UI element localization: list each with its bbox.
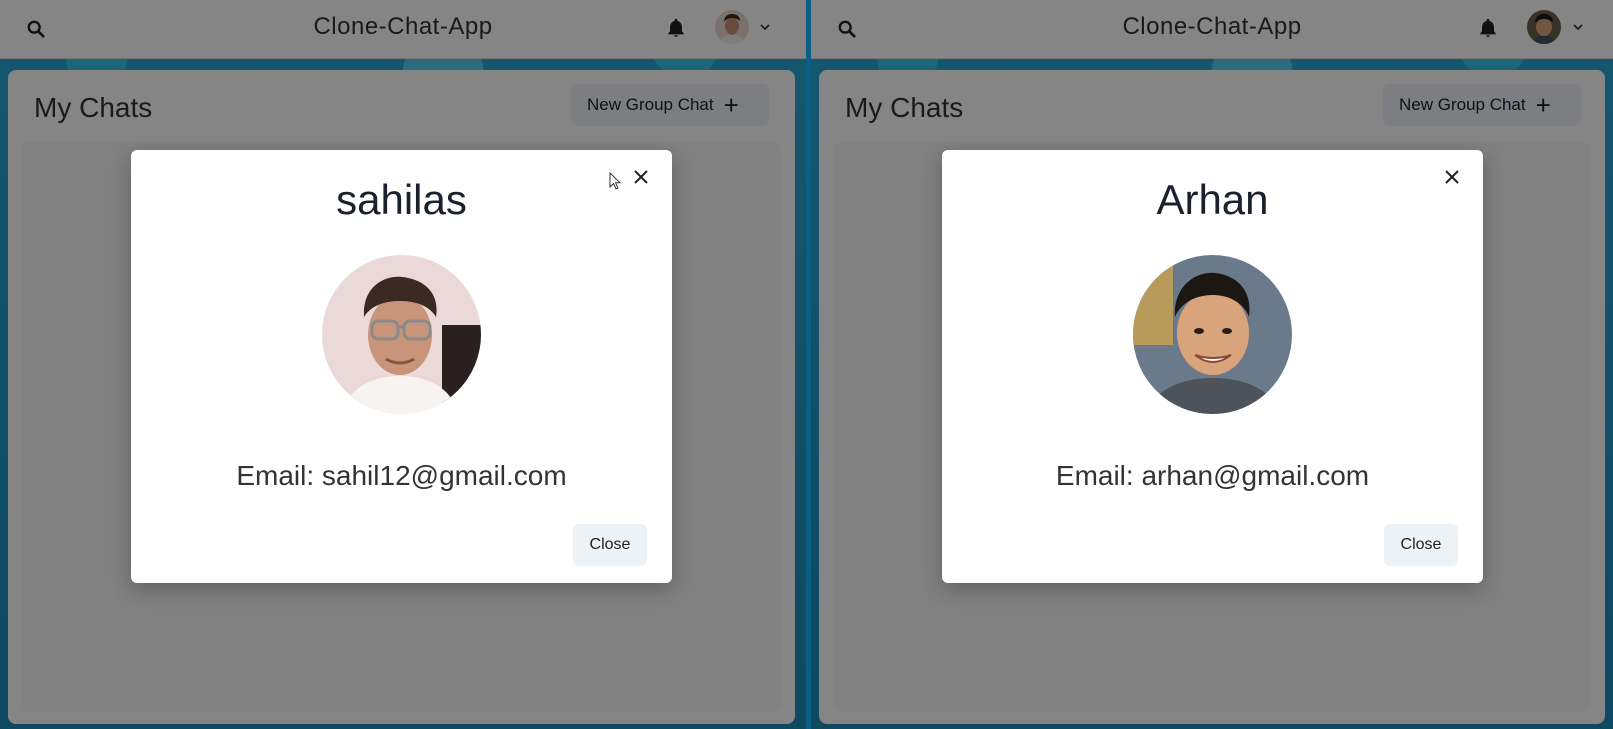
cursor-icon: [609, 172, 621, 190]
close-button[interactable]: Close: [573, 524, 647, 566]
profile-modal: Arhan Email: arhan@gmail.com Close: [942, 150, 1483, 583]
profile-picture: [322, 255, 481, 414]
profile-name: sahilas: [336, 176, 467, 223]
profile-name: Arhan: [1156, 176, 1269, 223]
profile-picture: [1133, 255, 1292, 414]
chat-window-right: Clone-Chat-App My Chats New Group Chat +…: [811, 0, 1613, 729]
profile-email: Email: arhan@gmail.com: [1055, 460, 1370, 491]
close-icon: [634, 170, 648, 184]
close-button[interactable]: Close: [1384, 524, 1458, 566]
chat-window-left: Clone-Chat-App My Chats New Group Chat +…: [0, 0, 806, 729]
profile-modal: sahilas Email: sahil12@gmail.com Close: [131, 150, 672, 583]
close-icon: [1445, 170, 1459, 184]
modal-close-x-button[interactable]: [628, 164, 654, 190]
profile-email: Email: sahil12@gmail.com: [236, 460, 567, 491]
modal-close-x-button[interactable]: [1439, 164, 1465, 190]
